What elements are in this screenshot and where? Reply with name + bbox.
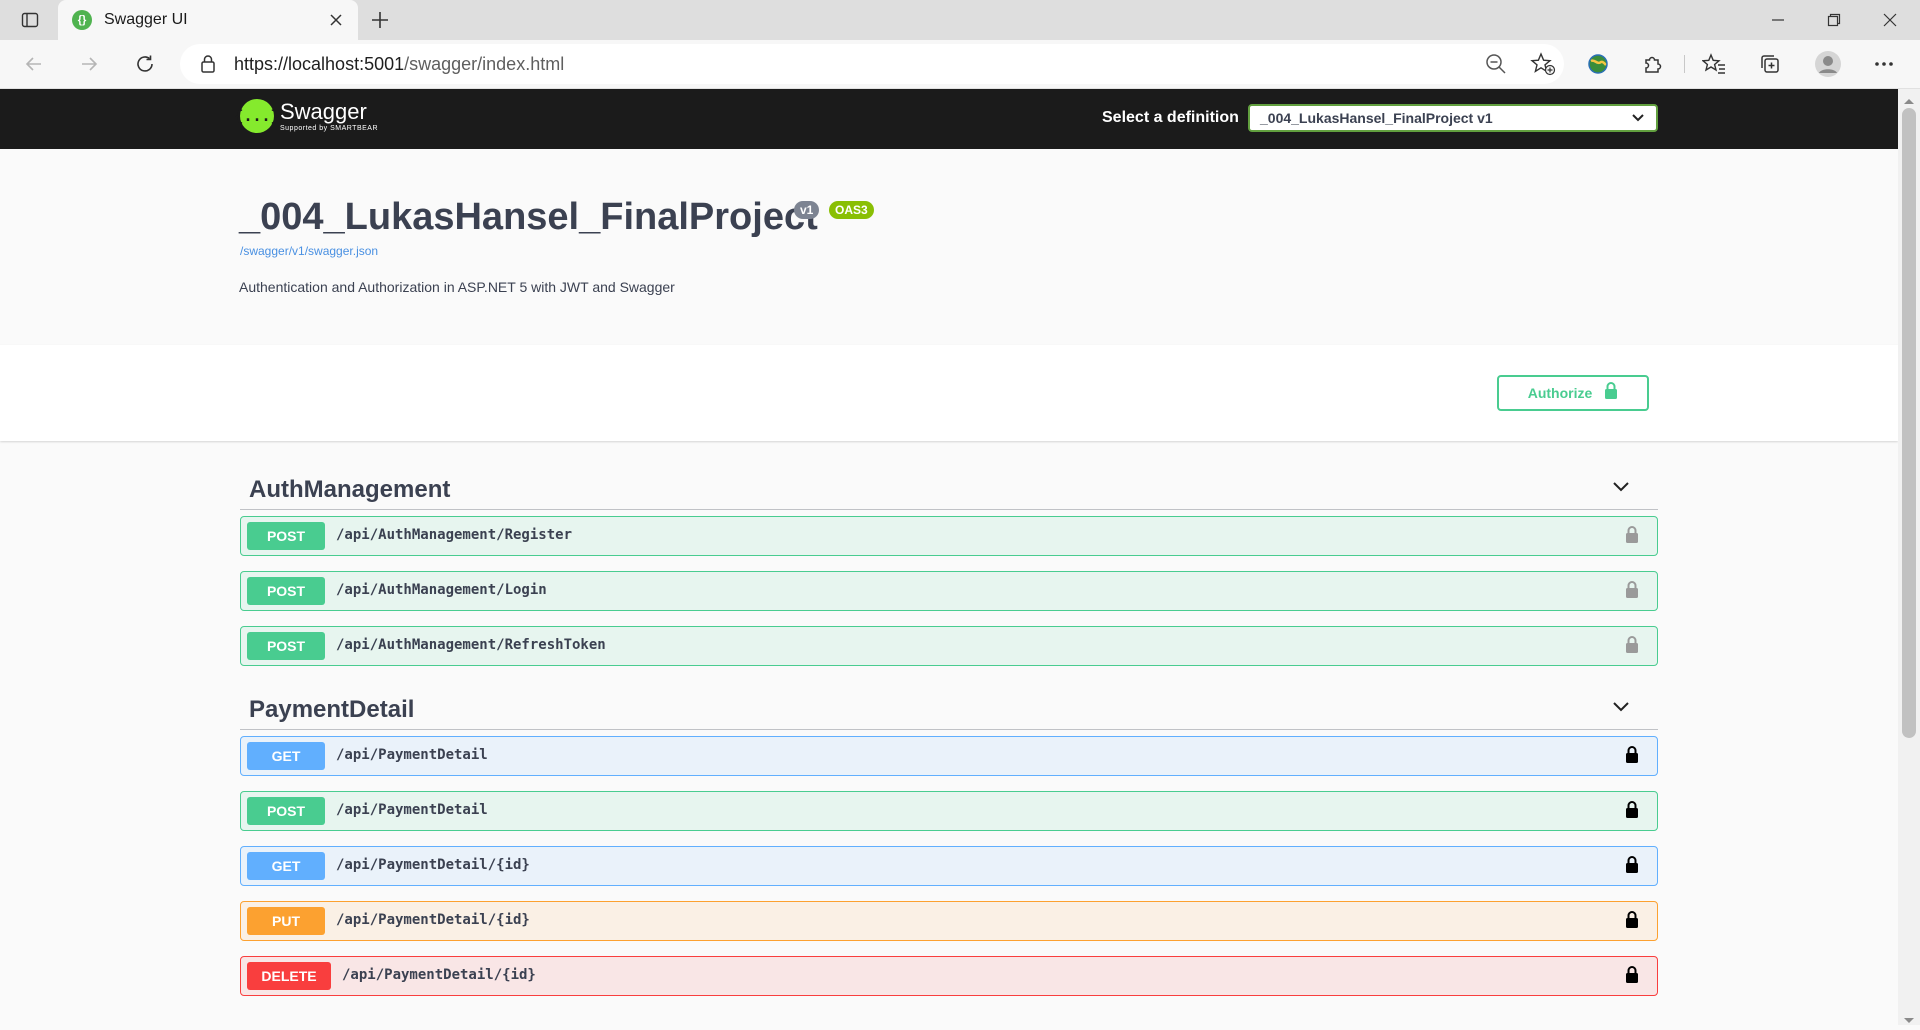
address-bar[interactable]: https://localhost:5001/swagger/index.htm… — [180, 44, 1564, 84]
forward-icon[interactable] — [73, 48, 105, 80]
unlock-icon — [1604, 381, 1618, 405]
swagger-logo-name: Swagger — [280, 99, 367, 124]
lock-icon[interactable] — [1625, 746, 1639, 769]
lock-icon[interactable] — [1625, 966, 1639, 989]
operation-path: /api/PaymentDetail/{id} — [336, 912, 530, 928]
operation-post-paymentdetail[interactable]: POST /api/PaymentDetail — [240, 791, 1658, 831]
method-badge: PUT — [247, 907, 325, 935]
method-badge: POST — [247, 632, 325, 660]
operation-post-refreshtoken[interactable]: POST /api/AuthManagement/RefreshToken — [240, 626, 1658, 666]
browser-tab[interactable]: {} Swagger UI — [58, 0, 358, 40]
profile-avatar-icon[interactable] — [1812, 48, 1844, 80]
operation-post-login[interactable]: POST /api/AuthManagement/Login — [240, 571, 1658, 611]
more-menu-icon[interactable] — [1868, 48, 1900, 80]
chevron-down-icon — [1632, 109, 1644, 127]
back-icon[interactable] — [18, 48, 50, 80]
add-favorite-icon[interactable] — [1530, 52, 1556, 81]
swagger-favicon-icon: {} — [72, 10, 92, 30]
tag-name: AuthManagement — [249, 476, 451, 503]
site-lock-icon[interactable] — [200, 54, 216, 79]
close-window-icon[interactable] — [1862, 0, 1918, 40]
operation-path: /api/PaymentDetail — [336, 747, 488, 763]
spec-json-link[interactable]: /swagger/v1/swagger.json — [240, 244, 378, 258]
url-path: /swagger/index.html — [404, 54, 565, 74]
favorites-icon[interactable] — [1698, 48, 1730, 80]
version-badge: v1 — [794, 201, 820, 219]
swagger-topbar: {...} Swagger Supported by SMARTBEAR Sel… — [0, 89, 1898, 149]
operation-path: /api/AuthManagement/Register — [336, 527, 573, 543]
browser-extension-globe-icon[interactable] — [1582, 48, 1614, 80]
method-badge: POST — [247, 522, 325, 550]
oas-badge: OAS3 — [829, 201, 874, 219]
lock-icon[interactable] — [1625, 801, 1639, 824]
operation-post-register[interactable]: POST /api/AuthManagement/Register — [240, 516, 1658, 556]
method-badge: DELETE — [247, 962, 331, 990]
new-tab-icon[interactable] — [366, 6, 394, 34]
close-tab-icon[interactable] — [324, 8, 348, 32]
tag-name: PaymentDetail — [249, 696, 415, 723]
tab-title: Swagger UI — [104, 11, 188, 28]
operation-get-paymentdetail[interactable]: GET /api/PaymentDetail — [240, 736, 1658, 776]
api-description: Authentication and Authorization in ASP.… — [239, 279, 675, 295]
toolbar-divider — [1684, 55, 1685, 73]
zoom-out-icon[interactable] — [1484, 52, 1508, 81]
operation-path: /api/PaymentDetail/{id} — [336, 857, 530, 873]
api-info: _004_LukasHansel_FinalProject v1 OAS3 — [239, 195, 874, 239]
swagger-page: {...} Swagger Supported by SMARTBEAR Sel… — [0, 89, 1898, 1025]
unlock-icon[interactable] — [1625, 526, 1639, 549]
definition-value: _004_LukasHansel_FinalProject v1 — [1260, 110, 1493, 126]
definition-label: Select a definition — [1102, 109, 1239, 126]
authorize-button[interactable]: Authorize — [1497, 375, 1649, 411]
swagger-logo-icon: {...} — [234, 99, 280, 133]
url-host: https://localhost:5001 — [234, 54, 405, 74]
swagger-logo[interactable]: {...} Swagger Supported by SMARTBEAR — [234, 99, 379, 133]
restore-icon[interactable] — [1806, 0, 1862, 40]
operation-delete-paymentdetail-id[interactable]: DELETE /api/PaymentDetail/{id} — [240, 956, 1658, 996]
scrollbar-thumb[interactable] — [1902, 108, 1916, 738]
tag-authmanagement[interactable]: AuthManagement — [240, 462, 1658, 510]
lock-icon[interactable] — [1625, 856, 1639, 879]
tab-actions-icon[interactable] — [12, 6, 48, 34]
method-badge: POST — [247, 577, 325, 605]
authorize-label: Authorize — [1527, 385, 1593, 401]
swagger-logo-byline: Supported by SMARTBEAR — [280, 125, 379, 132]
operation-path: /api/AuthManagement/Login — [336, 582, 547, 598]
operation-path: /api/PaymentDetail — [336, 802, 488, 818]
method-badge: GET — [247, 852, 325, 880]
refresh-icon[interactable] — [129, 48, 161, 80]
extensions-icon[interactable] — [1636, 48, 1668, 80]
lock-icon[interactable] — [1625, 911, 1639, 934]
unlock-icon[interactable] — [1625, 636, 1639, 659]
method-badge: GET — [247, 742, 325, 770]
scroll-down-icon[interactable] — [1903, 1012, 1915, 1030]
chevron-down-icon[interactable] — [1612, 480, 1630, 498]
url-text: https://localhost:5001/swagger/index.htm… — [234, 53, 564, 75]
method-badge: POST — [247, 797, 325, 825]
operation-put-paymentdetail-id[interactable]: PUT /api/PaymentDetail/{id} — [240, 901, 1658, 941]
operation-get-paymentdetail-id[interactable]: GET /api/PaymentDetail/{id} — [240, 846, 1658, 886]
tag-paymentdetail[interactable]: PaymentDetail — [240, 682, 1658, 730]
api-title: _004_LukasHansel_FinalProject — [239, 196, 818, 238]
unlock-icon[interactable] — [1625, 581, 1639, 604]
chevron-down-icon[interactable] — [1612, 700, 1630, 718]
minimize-icon[interactable] — [1750, 0, 1806, 40]
definition-select[interactable]: _004_LukasHansel_FinalProject v1 — [1248, 104, 1658, 132]
collections-icon[interactable] — [1754, 48, 1786, 80]
operation-path: /api/AuthManagement/RefreshToken — [336, 637, 606, 653]
operation-path: /api/PaymentDetail/{id} — [342, 967, 536, 983]
